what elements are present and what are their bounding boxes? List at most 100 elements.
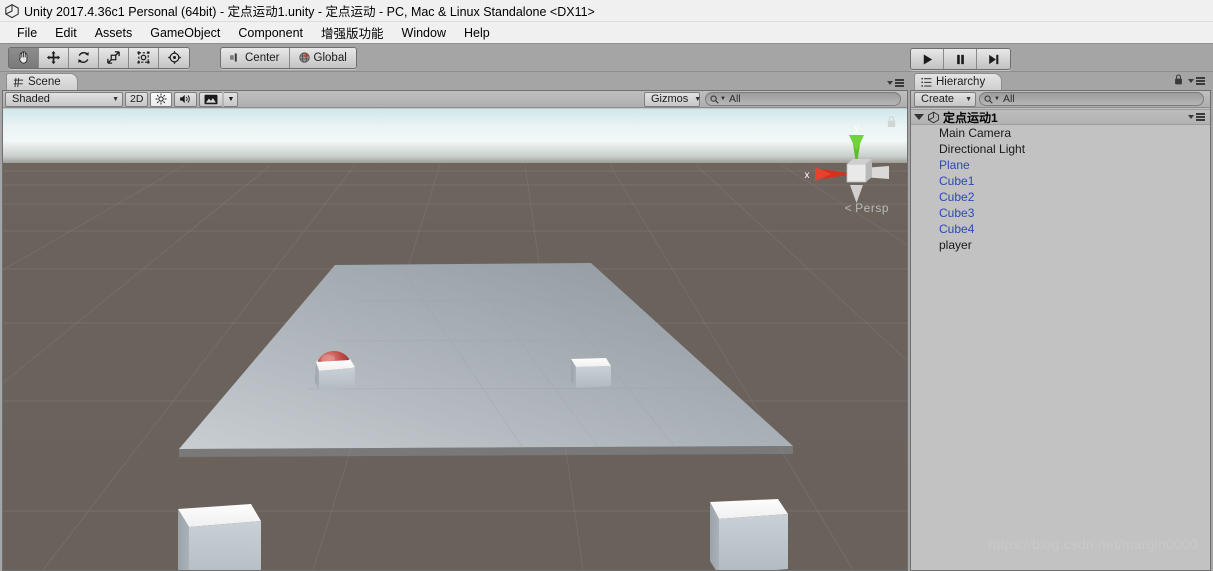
pause-button[interactable] <box>944 49 977 69</box>
sun-icon <box>155 93 167 105</box>
step-button[interactable] <box>977 49 1010 69</box>
step-icon <box>989 54 999 64</box>
hierarchy-item-label: Directional Light <box>939 142 1026 156</box>
scene-render <box>3 164 907 570</box>
scene-root-label: 定点运动1 <box>943 110 998 125</box>
lighting-toggle-button[interactable] <box>150 91 173 107</box>
hierarchy-item-cube3[interactable]: Cube3 <box>911 205 1210 221</box>
editor-workspace: Scene Shaded ▼ 2D ▼ Gizmos ▼ ▼ All y x <… <box>0 72 1213 571</box>
hierarchy-item-cube4[interactable]: Cube4 <box>911 221 1210 237</box>
watermark-text: https://blog.csdn.net/margin0000 <box>988 536 1198 552</box>
create-label: Create <box>921 93 955 105</box>
hierarchy-item-cube2[interactable]: Cube2 <box>911 189 1210 205</box>
hand-tool-button[interactable] <box>9 47 39 68</box>
hierarchy-toolbar: Create ▼ ▼ All <box>911 91 1210 108</box>
persp-arrow-icon: < <box>844 201 853 215</box>
tab-scene-label: Scene <box>28 76 61 88</box>
draw-mode-dropdown[interactable]: Shaded ▼ <box>5 91 123 107</box>
hierarchy-lock-icon[interactable] <box>1174 74 1183 88</box>
hierarchy-list-icon <box>921 77 932 87</box>
create-dropdown-button[interactable]: Create ▼ <box>914 91 976 107</box>
hamburger-icon <box>1196 113 1205 121</box>
scene-object-cube4 <box>710 499 788 570</box>
audio-toggle-button[interactable] <box>174 91 198 107</box>
tab-scene[interactable]: Scene <box>6 73 78 90</box>
hierarchy-item-label: player <box>939 238 972 252</box>
scene-panel: Scene Shaded ▼ 2D ▼ Gizmos ▼ ▼ All y x <… <box>2 72 908 571</box>
window-title: Unity 2017.4.36c1 Personal (64bit) - 定点运… <box>24 5 595 19</box>
hierarchy-scene-root[interactable]: 定点运动1 <box>911 109 1210 125</box>
gizmo-y-label: y <box>854 123 859 134</box>
rotate-tool-button[interactable] <box>69 47 99 68</box>
effects-dropdown-button[interactable]: ▼ <box>224 91 239 107</box>
hierarchy-search-text: All <box>1002 93 1015 105</box>
menu-assets[interactable]: Assets <box>86 24 142 42</box>
scene-panel-menu-button[interactable] <box>887 79 904 87</box>
menu-help[interactable]: Help <box>455 24 499 42</box>
hierarchy-item-directional-light[interactable]: Directional Light <box>911 141 1210 157</box>
hierarchy-item-label: Cube1 <box>939 174 975 188</box>
scene-search-input[interactable]: ▼ All <box>705 92 901 106</box>
pivot-global-button[interactable]: Global <box>289 47 356 68</box>
gizmo-x-label: x <box>805 170 810 181</box>
hierarchy-item-plane[interactable]: Plane <box>911 157 1210 173</box>
scene-body: Shaded ▼ 2D ▼ Gizmos ▼ ▼ All y x < Persp <box>2 79 908 571</box>
tab-hierarchy[interactable]: Hierarchy <box>914 73 1003 90</box>
transform-tool-button[interactable] <box>159 47 189 68</box>
menu-file[interactable]: File <box>8 24 46 42</box>
play-button[interactable] <box>911 49 944 69</box>
hierarchy-item-label: Cube3 <box>939 206 975 220</box>
move-tool-button[interactable] <box>39 47 69 68</box>
hierarchy-item-player[interactable]: player <box>911 237 1210 253</box>
pivot-toggle-group: Center Global <box>220 46 357 69</box>
hierarchy-item-label: Cube2 <box>939 190 975 204</box>
gizmos-label: Gizmos <box>651 93 689 105</box>
chevron-down-icon: ▼ <box>112 95 119 103</box>
scene-view-toolbar: Shaded ▼ 2D ▼ Gizmos ▼ ▼ All <box>3 79 907 108</box>
hierarchy-body: Create ▼ ▼ All 定点运动1 Main Camera Directi… <box>910 90 1211 571</box>
hamburger-icon <box>1196 77 1205 85</box>
play-icon <box>923 53 932 65</box>
rect-transform-tool-button[interactable] <box>129 47 159 68</box>
menu-edit[interactable]: Edit <box>46 24 86 42</box>
playback-controls <box>910 48 1011 70</box>
menu-bar: File Edit Assets GameObject Component 增强… <box>0 22 1213 44</box>
2d-toggle-button[interactable]: 2D <box>125 91 149 107</box>
speaker-icon <box>180 94 191 104</box>
globe-icon <box>298 52 310 63</box>
hierarchy-item-label: Cube4 <box>939 222 975 236</box>
hierarchy-item-label: Plane <box>939 158 970 172</box>
scene-viewport[interactable]: y x < Persp <box>3 109 907 570</box>
pivot-center-button[interactable]: Center <box>221 47 290 68</box>
unity-editor-window: Unity 2017.4.36c1 Personal (64bit) - 定点运… <box>0 0 1213 571</box>
gizmos-dropdown[interactable]: Gizmos ▼ <box>644 91 702 107</box>
foldout-arrow-icon[interactable] <box>914 114 924 120</box>
effects-toggle-button[interactable] <box>199 91 223 107</box>
hierarchy-item-cube1[interactable]: Cube1 <box>911 173 1210 189</box>
hierarchy-tree: 定点运动1 Main Camera Directional Light Plan… <box>911 109 1210 570</box>
menu-component[interactable]: Component <box>229 24 312 42</box>
chevron-down-icon <box>1188 79 1194 83</box>
scale-tool-button[interactable] <box>99 47 129 68</box>
projection-mode-label[interactable]: < Persp <box>845 201 889 215</box>
search-icon <box>710 94 719 104</box>
pivot-global-label: Global <box>313 51 347 64</box>
scene-context-menu-button[interactable] <box>1188 113 1205 121</box>
unity-logo-icon <box>4 3 20 19</box>
scene-object-cube1-front <box>315 360 353 390</box>
hamburger-icon <box>895 79 904 87</box>
chevron-down-icon: ▼ <box>694 95 702 103</box>
hierarchy-item-main-camera[interactable]: Main Camera <box>911 125 1210 141</box>
draw-mode-label: Shaded <box>12 93 50 105</box>
menu-enhanced-features[interactable]: 增强版功能 <box>312 21 393 44</box>
menu-window[interactable]: Window <box>393 24 455 42</box>
scene-object-cube3 <box>178 504 261 570</box>
hierarchy-panel-menu-button[interactable] <box>1188 77 1205 85</box>
title-bar: Unity 2017.4.36c1 Personal (64bit) - 定点运… <box>0 0 1213 22</box>
scene-object-plane <box>179 263 793 457</box>
menu-gameobject[interactable]: GameObject <box>141 24 229 42</box>
scene-search-text: All <box>728 93 741 105</box>
chevron-down-icon: ▼ <box>965 95 972 103</box>
image-icon <box>204 94 218 104</box>
hierarchy-search-input[interactable]: ▼ All <box>979 92 1204 106</box>
